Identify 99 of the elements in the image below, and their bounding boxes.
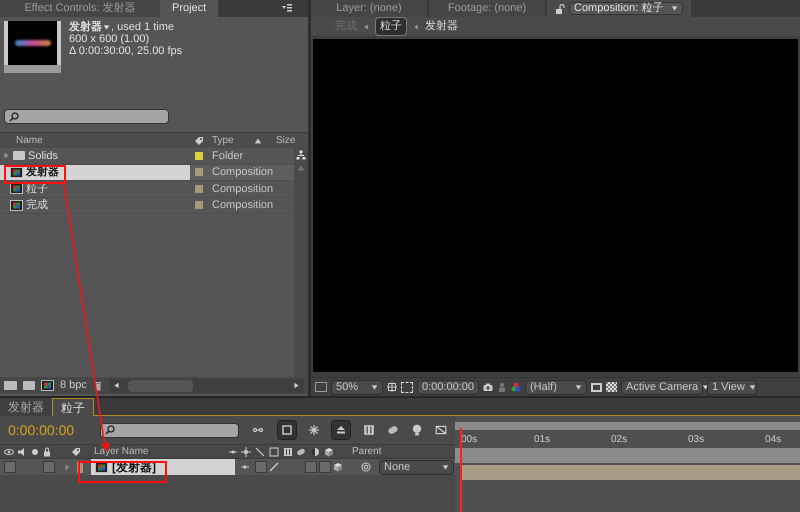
project-item[interactable]: 完成 Composition: [0, 198, 294, 214]
current-time-display[interactable]: 0:00:00:00: [8, 420, 88, 440]
composition-icon: [10, 183, 23, 194]
scroll-left-icon: [112, 382, 120, 389]
pick-whip-icon[interactable]: [361, 462, 371, 472]
sort-icon[interactable]: [254, 136, 262, 144]
parent-dropdown[interactable]: None: [379, 460, 454, 474]
toggle-mask-icon: [591, 382, 602, 392]
label-swatch[interactable]: [195, 201, 203, 210]
breadcrumb-item[interactable]: 粒子: [375, 17, 407, 36]
item-type: Folder: [211, 148, 244, 164]
expand-arrow-icon[interactable]: [3, 152, 10, 160]
panel-menu-icon[interactable]: [282, 3, 292, 13]
dimensions-text: 600 x 600 (1.00): [69, 33, 150, 45]
panel-tab[interactable]: Project: [160, 0, 218, 17]
panel-tab[interactable]: Composition: 粒子: [547, 0, 692, 17]
always-preview-icon: [315, 382, 327, 392]
composition-icon: [95, 462, 108, 472]
item-type: Composition: [211, 198, 274, 213]
caret-icon: [671, 5, 678, 12]
vertical-scrollbar[interactable]: [294, 148, 308, 377]
column-header[interactable]: Parent: [348, 444, 382, 459]
label-swatch[interactable]: [195, 152, 203, 160]
composition-dropdown[interactable]: Composition: 粒子: [569, 2, 684, 15]
label-swatch[interactable]: [195, 184, 203, 193]
label-swatch[interactable]: [195, 168, 203, 176]
label-tag-icon: [71, 446, 81, 456]
time-ruler-label: 04s: [764, 433, 782, 447]
switch-box: [319, 461, 331, 473]
camera-icon[interactable]: [483, 382, 493, 392]
panel-tab[interactable]: Layer: (none): [311, 0, 427, 17]
panel-tab[interactable]: Effect Controls: 发射器: [0, 0, 160, 17]
comp-name[interactable]: 发射器: [69, 21, 102, 33]
item-name: Solids: [28, 148, 58, 164]
timecode-field[interactable]: 0:00:00:00: [417, 380, 479, 394]
resolution-dropdown[interactable]: (Half): [525, 380, 587, 394]
column-header[interactable]: Type: [208, 133, 254, 148]
column-header[interactable]: Size: [272, 133, 296, 148]
usage-text: , used 1 time: [111, 21, 174, 33]
composition-icon: [41, 380, 54, 391]
composition-icon: [10, 200, 23, 211]
zoom-dropdown[interactable]: 50%: [331, 380, 383, 394]
caret-icon: [748, 384, 756, 390]
folder-icon: [13, 151, 25, 160]
item-name: 完成: [26, 198, 48, 213]
brainstorm-icon[interactable]: [434, 424, 447, 436]
lock-icon[interactable]: [555, 4, 565, 14]
person-icon[interactable]: [497, 382, 507, 392]
frame-blending-icon[interactable]: [362, 424, 375, 436]
video-switch: [4, 461, 16, 473]
composition-icon: [10, 166, 23, 178]
grid-icon[interactable]: [387, 382, 397, 392]
time-ruler-label: 03s: [687, 433, 706, 447]
view-layout-dropdown[interactable]: 1 View: [707, 380, 757, 394]
bit-depth-button[interactable]: 8 bpc: [60, 377, 87, 394]
switch-box: [255, 461, 267, 473]
region-of-interest-icon: [401, 382, 413, 392]
composition-frame-icon: [282, 425, 292, 435]
search-icon: [9, 112, 19, 122]
lock-switch: [43, 461, 55, 473]
column-header[interactable]: Layer Name: [90, 444, 228, 459]
item-type: Composition: [211, 182, 274, 196]
folder-icon: [23, 381, 35, 390]
live-update-button[interactable]: [277, 420, 298, 440]
caret-icon: [371, 384, 378, 390]
time-ruler-label: 02s: [610, 433, 628, 447]
interpret-footage-icon: [4, 381, 17, 390]
time-ruler-label: 01s: [533, 433, 552, 447]
caret-icon: [575, 384, 582, 390]
switch-box: [305, 461, 317, 473]
transparency-grid-icon: [606, 382, 617, 392]
layer-search-field[interactable]: [100, 422, 240, 438]
scroll-right-icon: [293, 382, 300, 389]
column-header[interactable]: Name: [0, 133, 190, 148]
comp-thumbnail: [4, 21, 61, 73]
3d-layer-icon[interactable]: [333, 462, 343, 472]
draft-3d-icon[interactable]: [309, 425, 320, 435]
caret-icon: [442, 464, 449, 470]
highlight-frame: [4, 165, 66, 184]
tag-icon: [194, 136, 204, 146]
horizontal-scrollbar[interactable]: [108, 378, 304, 392]
item-type: Composition: [211, 165, 274, 180]
search-field[interactable]: [4, 109, 169, 124]
caret-icon[interactable]: [103, 24, 110, 30]
shy-layers-button[interactable]: [331, 420, 351, 440]
flowchart-icon[interactable]: [296, 150, 306, 160]
graph-editor-icon[interactable]: [410, 424, 423, 436]
panel-tab[interactable]: Footage: (none): [429, 0, 545, 17]
timeline-tab[interactable]: 发射器: [0, 398, 52, 416]
breadcrumb-arrow-icon: [363, 24, 369, 30]
timeline-tab[interactable]: 粒子: [52, 398, 94, 416]
eject-icon: [336, 425, 346, 435]
duration-text: Δ 0:00:30:00, 25.00 fps: [69, 45, 182, 57]
search-icon: [104, 425, 115, 435]
breadcrumb-item[interactable]: 发射器: [425, 18, 458, 35]
quality-switch-icon[interactable]: [269, 462, 279, 472]
breadcrumb-arrow-icon: [413, 24, 419, 30]
color-channels-icon[interactable]: [511, 382, 521, 392]
mini-flowchart-icon[interactable]: [251, 425, 266, 435]
